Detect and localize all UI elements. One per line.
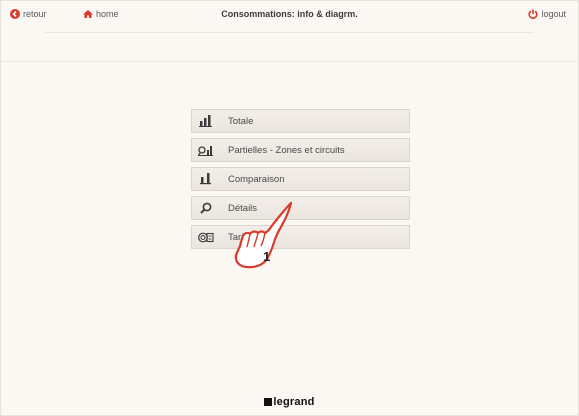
menu-item-label: Totale: [228, 115, 254, 127]
menu-item-label: Comparaison: [228, 173, 285, 185]
menu-item-label: Partielles - Zones et circuits: [228, 144, 345, 156]
header-divider: [45, 32, 534, 33]
partial-chart-icon: [198, 146, 213, 156]
legrand-logo: legrand: [1, 396, 578, 408]
menu-item-tarifs[interactable]: Tarifs: [191, 225, 410, 249]
logout-label: logout: [541, 9, 566, 19]
menu-item-details[interactable]: Détails: [191, 196, 410, 220]
menu-list: Totale Partielles - Zones et circuits Co…: [191, 109, 410, 254]
tariff-icon: [198, 232, 214, 242]
comparison-icon: [200, 173, 211, 185]
pointing-hand-icon: 1: [234, 201, 293, 269]
content-divider: [1, 61, 578, 62]
top-bar: retour home Consommations: info & diagrm…: [1, 1, 578, 31]
menu-item-partielles[interactable]: Partielles - Zones et circuits: [191, 138, 410, 162]
logout-button[interactable]: logout: [528, 9, 566, 19]
callout-number: 1: [263, 249, 270, 264]
logo-square-icon: [264, 397, 273, 406]
power-icon: [528, 9, 539, 19]
logo-text: legrand: [273, 396, 315, 408]
consumption-menu-screen: retour home Consommations: info & diagrm…: [0, 0, 579, 416]
magnifier-icon: [200, 202, 212, 214]
menu-item-totale[interactable]: Totale: [191, 109, 410, 133]
menu-item-comparaison[interactable]: Comparaison: [191, 167, 410, 191]
page-title: Consommations: info & diagrm.: [221, 9, 358, 19]
bar-chart-icon: [199, 115, 212, 127]
